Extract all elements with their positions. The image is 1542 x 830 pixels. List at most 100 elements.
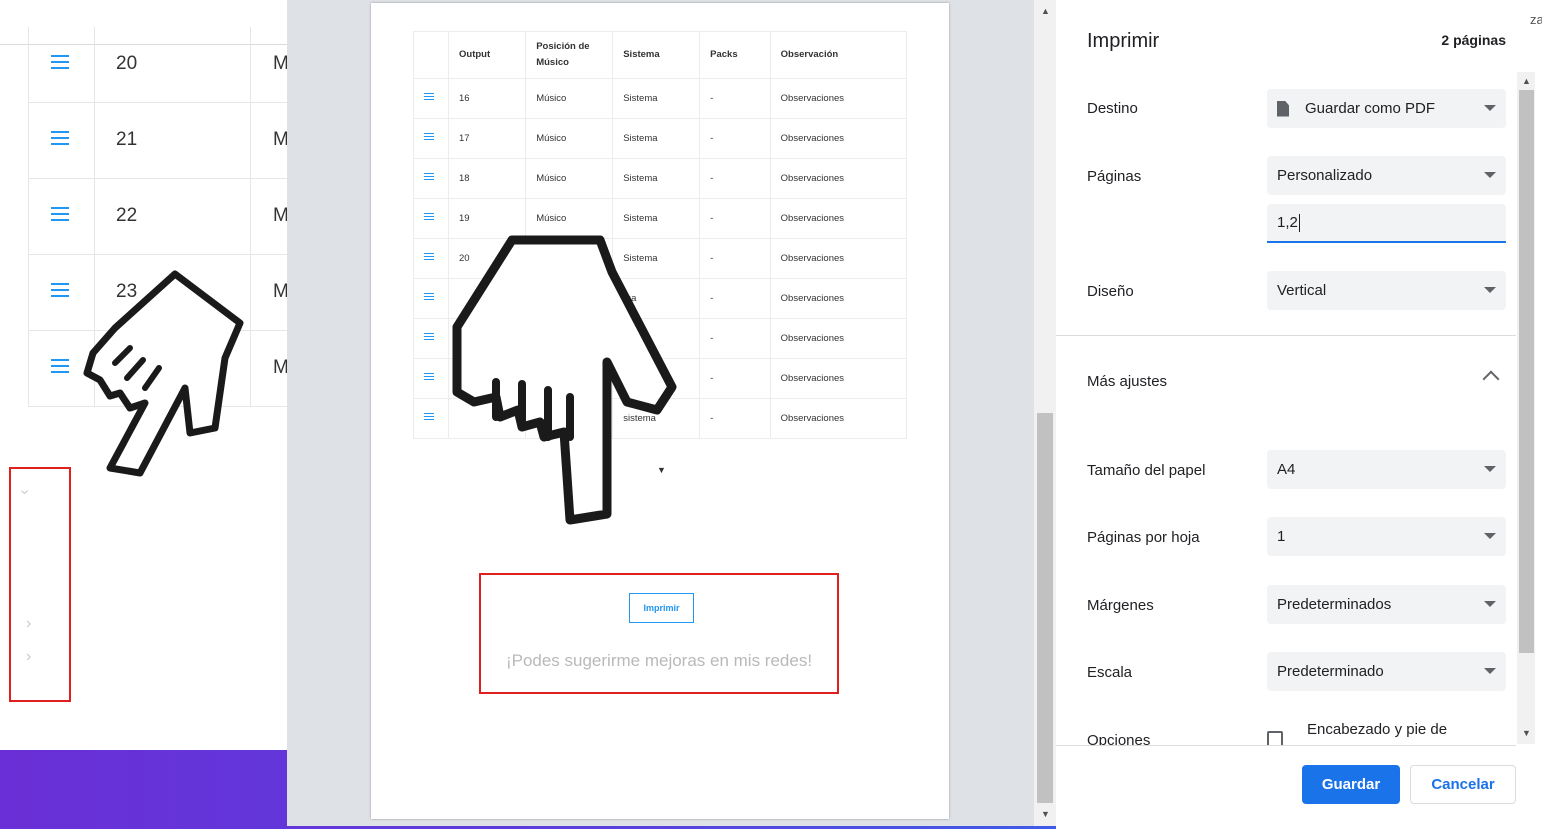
- dropdown-caret-icon: [1484, 668, 1496, 674]
- pointing-hand-icon: [452, 235, 677, 525]
- page-count: 2 páginas: [1441, 32, 1506, 48]
- highlight-box-preview: Imprimir ¡Podes sugerirme mejoras en mis…: [479, 573, 839, 694]
- output-cell: 17: [448, 118, 527, 159]
- menu-icon: [424, 413, 434, 421]
- margenes-select[interactable]: Predeterminados: [1267, 585, 1506, 624]
- row-handle-cell: [413, 238, 449, 279]
- dropdown-caret-icon: [1484, 105, 1496, 111]
- text-cursor: [1298, 213, 1300, 232]
- pointing-hand-icon: [83, 270, 244, 477]
- table-row: 21 M: [28, 103, 289, 179]
- menu-icon: [424, 293, 434, 301]
- preview-table-header: Output Posición de Músico Sistema Packs …: [413, 31, 908, 79]
- packs-cell: -: [699, 278, 771, 319]
- panel-scrollbar-thumb[interactable]: [1519, 90, 1534, 653]
- column-header: Output: [448, 31, 527, 79]
- output-cell: 16: [448, 78, 527, 119]
- diseno-value: Vertical: [1277, 282, 1327, 299]
- dropdown-caret-icon: [1484, 601, 1496, 607]
- dropdown-caret-icon: [1484, 466, 1496, 472]
- menu-icon[interactable]: [51, 359, 69, 373]
- packs-cell: -: [699, 158, 771, 199]
- margenes-label: Márgenes: [1087, 597, 1154, 614]
- sistema-cell: Sistema: [612, 118, 701, 159]
- menu-icon: [424, 253, 434, 261]
- menu-icon[interactable]: [51, 283, 69, 297]
- row-handle-cell: [413, 398, 449, 439]
- menu-icon: [424, 373, 434, 381]
- menu-icon: [424, 93, 434, 101]
- destino-value: Guardar como PDF: [1305, 100, 1436, 117]
- escala-select[interactable]: Predeterminado: [1267, 652, 1506, 691]
- sistema-cell: Sistema: [612, 158, 701, 199]
- diseno-label: Diseño: [1087, 283, 1134, 300]
- scroll-down-icon[interactable]: ▼: [1041, 809, 1050, 819]
- scroll-up-icon[interactable]: ▲: [1522, 76, 1531, 86]
- row-number: 20: [116, 53, 138, 74]
- mas-ajustes-toggle[interactable]: Más ajustes: [1087, 373, 1167, 390]
- column-header: Sistema: [612, 31, 701, 79]
- por-hoja-select[interactable]: 1: [1267, 517, 1506, 556]
- por-hoja-value: 1: [1277, 528, 1286, 545]
- paginas-label: Páginas: [1087, 168, 1142, 185]
- dropdown-caret-icon: [1484, 172, 1496, 178]
- scroll-down-icon[interactable]: ▼: [1522, 728, 1531, 738]
- menu-icon: [424, 213, 434, 221]
- musico-cell: Músico: [525, 118, 614, 159]
- menu-icon: [424, 173, 434, 181]
- menu-icon[interactable]: [51, 55, 69, 69]
- preview-print-button: Imprimir: [629, 593, 694, 623]
- row-handle-cell: [413, 118, 449, 159]
- column-header: [413, 31, 449, 79]
- papel-select[interactable]: A4: [1267, 450, 1506, 489]
- packs-cell: -: [699, 78, 771, 119]
- scroll-up-icon[interactable]: ▲: [1041, 6, 1050, 16]
- panel-title: Imprimir: [1087, 30, 1160, 52]
- preview-scrollbar-thumb[interactable]: [1037, 413, 1053, 803]
- dropdown-caret-icon: [1484, 287, 1496, 293]
- pages-custom-input[interactable]: 1,2: [1267, 204, 1506, 243]
- por-hoja-label: Páginas por hoja: [1087, 529, 1200, 546]
- chevron-right-icon: ›: [26, 648, 32, 665]
- observacion-cell: Observaciones: [770, 118, 908, 159]
- packs-cell: -: [699, 358, 771, 399]
- musico-cell: Músico: [525, 78, 614, 119]
- margenes-value: Predeterminados: [1277, 596, 1392, 613]
- chevron-right-icon: ›: [26, 615, 32, 632]
- destino-select[interactable]: Guardar como PDF: [1267, 89, 1506, 128]
- section-divider: [1056, 335, 1516, 336]
- diseno-select[interactable]: Vertical: [1267, 271, 1506, 310]
- paginas-value: Personalizado: [1277, 167, 1373, 184]
- observacion-cell: Observaciones: [770, 78, 908, 119]
- save-button[interactable]: Guardar: [1302, 765, 1400, 804]
- chevron-up-icon[interactable]: [1482, 370, 1500, 388]
- cancel-button[interactable]: Cancelar: [1410, 765, 1516, 804]
- observacion-cell: Observaciones: [770, 238, 908, 279]
- destino-label: Destino: [1087, 100, 1138, 117]
- papel-value: A4: [1277, 461, 1296, 478]
- packs-cell: -: [699, 318, 771, 359]
- table-row: 17 Músico Sistema - Observaciones: [413, 118, 908, 159]
- escala-value: Predeterminado: [1277, 663, 1384, 680]
- packs-cell: -: [699, 118, 771, 159]
- table-row: 18 Músico Sistema - Observaciones: [413, 158, 908, 199]
- pages-input-value: 1,2: [1277, 214, 1298, 231]
- column-header: Observación: [770, 31, 908, 79]
- cut-off-text: za: [1530, 12, 1542, 27]
- sistema-cell: Sistema: [612, 78, 701, 119]
- row-handle-cell: [413, 158, 449, 199]
- header-footer-label: Encabezado y pie de: [1307, 721, 1448, 738]
- row-handle-cell: [413, 198, 449, 239]
- menu-icon[interactable]: [51, 207, 69, 221]
- menu-icon: [424, 133, 434, 141]
- row-number: 22: [116, 205, 138, 226]
- menu-icon[interactable]: [51, 131, 69, 145]
- row-handle-cell: [413, 358, 449, 399]
- column-header: Packs: [699, 31, 771, 79]
- menu-icon: [424, 333, 434, 341]
- output-cell: 18: [448, 158, 527, 199]
- packs-cell: -: [699, 398, 771, 439]
- observacion-cell: Observaciones: [770, 358, 908, 399]
- paginas-select[interactable]: Personalizado: [1267, 156, 1506, 195]
- row-handle-cell: [413, 78, 449, 119]
